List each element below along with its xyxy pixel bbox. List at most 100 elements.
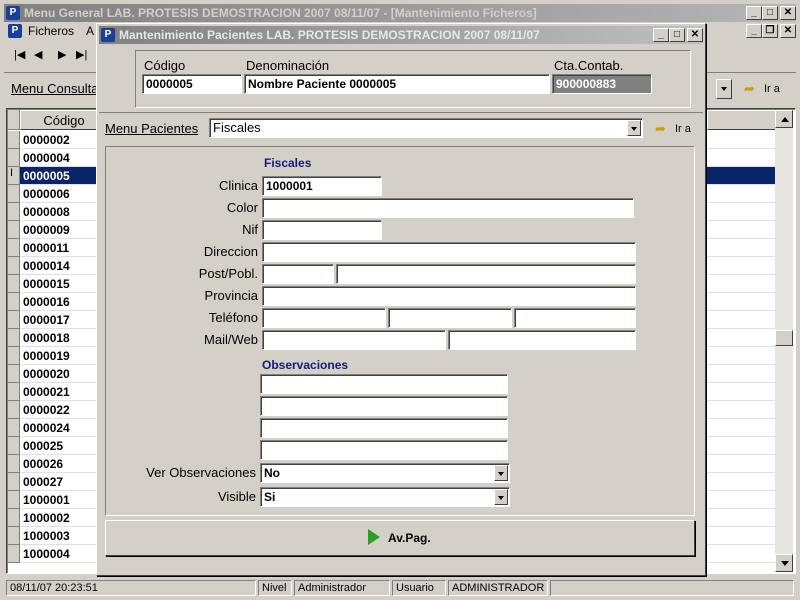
status-nivel-value: Administrador xyxy=(294,580,390,596)
dialog-app-icon[interactable]: P xyxy=(101,28,115,42)
status-datetime: 08/11/07 20:23:51 xyxy=(6,580,256,596)
color-label: Color xyxy=(226,200,258,215)
mail-field[interactable] xyxy=(262,330,446,350)
prev-record-icon[interactable]: ◀ xyxy=(34,48,42,61)
telefono-1-field[interactable] xyxy=(262,308,386,328)
grid-row-header[interactable] xyxy=(8,509,20,527)
grid-row-header[interactable] xyxy=(8,221,20,239)
grid-row-header[interactable] xyxy=(8,365,20,383)
dialog-title: Mantenimiento Pacientes LAB. PROTESIS DE… xyxy=(119,28,540,42)
fiscales-section-title: Fiscales xyxy=(264,156,312,170)
observaciones-section-title: Observaciones xyxy=(262,358,349,372)
visible-combo[interactable]: Si xyxy=(260,487,510,507)
observaciones-line-1[interactable] xyxy=(260,374,508,394)
menu-pacientes-row: Menu Pacientes Fiscales ➦ Ir a xyxy=(99,112,703,142)
grid-row-header[interactable] xyxy=(8,203,20,221)
menu-a[interactable]: A xyxy=(86,24,94,38)
telefono-label: Teléfono xyxy=(208,310,258,325)
menu-consulta-label: Menu Consulta xyxy=(11,81,99,96)
denominacion-field[interactable]: Nombre Paciente 0000005 xyxy=(244,74,550,94)
close-icon[interactable]: ✕ xyxy=(780,6,796,20)
dialog-close-icon[interactable]: ✕ xyxy=(687,28,703,42)
grid-row-header[interactable] xyxy=(8,545,20,563)
menu-pacientes-combo[interactable]: Fiscales xyxy=(209,118,643,138)
web-field[interactable] xyxy=(448,330,636,350)
grid-row-header[interactable] xyxy=(8,185,20,203)
folder-arrow-icon: ➦ xyxy=(744,81,755,96)
av-pag-button[interactable]: Av.Pag. xyxy=(105,520,695,556)
grid-row-header[interactable] xyxy=(8,383,20,401)
scroll-up-icon[interactable] xyxy=(775,110,793,128)
scroll-thumb[interactable] xyxy=(775,330,793,346)
last-record-icon[interactable]: ▶| xyxy=(76,48,87,61)
child-app-icon[interactable]: P xyxy=(8,24,22,38)
first-record-icon[interactable]: |◀ xyxy=(14,48,25,61)
ver-observaciones-dropdown-icon[interactable] xyxy=(494,465,508,481)
grid-row-header[interactable] xyxy=(8,149,20,167)
grid-row-header[interactable] xyxy=(8,311,20,329)
child-restore-icon[interactable]: ❐ xyxy=(762,24,778,38)
ver-observaciones-combo[interactable]: No xyxy=(260,463,510,483)
ver-observaciones-label: Ver Observaciones xyxy=(146,465,256,480)
menu-ficheros[interactable]: Ficheros xyxy=(28,24,74,38)
menu-consulta-combo-arrow[interactable] xyxy=(716,79,732,99)
clinica-field[interactable]: 1000001 xyxy=(262,176,382,196)
grid-row-header[interactable] xyxy=(8,329,20,347)
visible-dropdown-icon[interactable] xyxy=(494,489,508,505)
postal-code-field[interactable] xyxy=(262,264,334,284)
grid-row-header[interactable] xyxy=(8,275,20,293)
codigo-field[interactable]: 0000005 xyxy=(142,74,242,94)
scroll-down-icon[interactable] xyxy=(775,554,793,572)
grid-corner xyxy=(8,110,20,130)
grid-row-header[interactable] xyxy=(8,239,20,257)
clinica-label: Clinica xyxy=(218,178,258,193)
nif-label: Nif xyxy=(242,222,258,237)
grid-row-header[interactable] xyxy=(8,257,20,275)
grid-row-header[interactable] xyxy=(8,473,20,491)
dialog-minimize-icon[interactable]: _ xyxy=(653,28,669,42)
dialog-ir-a-button[interactable]: ➦ Ir a xyxy=(655,121,699,139)
status-empty xyxy=(550,580,794,596)
grid-row-header[interactable] xyxy=(8,437,20,455)
grid-row-header[interactable] xyxy=(8,491,20,509)
child-minimize-icon[interactable]: _ xyxy=(746,24,762,38)
observaciones-line-4[interactable] xyxy=(260,440,508,460)
poblacion-field[interactable] xyxy=(336,264,636,284)
dialog-title-bar: P Mantenimiento Pacientes LAB. PROTESIS … xyxy=(99,26,703,44)
fiscales-panel: Fiscales Clinica 1000001 Color Nif Direc… xyxy=(105,146,695,516)
grid-row-header[interactable] xyxy=(8,401,20,419)
provincia-label: Provincia xyxy=(204,288,258,303)
maximize-icon[interactable]: □ xyxy=(762,6,778,20)
menu-pacientes-dropdown-icon[interactable] xyxy=(627,120,641,136)
grid-row-header[interactable] xyxy=(8,131,20,149)
status-nivel-label: Nivel xyxy=(258,580,292,596)
app-logo-icon[interactable]: P xyxy=(6,6,20,20)
grid-row-header[interactable] xyxy=(8,347,20,365)
observaciones-line-2[interactable] xyxy=(260,396,508,416)
pacientes-dialog: P Mantenimiento Pacientes LAB. PROTESIS … xyxy=(96,23,706,576)
dialog-maximize-icon[interactable]: □ xyxy=(669,28,685,42)
menu-pacientes-label: Menu Pacientes xyxy=(105,121,199,136)
post-pobl-label: Post/Pobl. xyxy=(198,266,258,281)
child-close-icon[interactable]: ✕ xyxy=(780,24,796,38)
grid-row-header[interactable] xyxy=(8,293,20,311)
provincia-field[interactable] xyxy=(262,286,636,306)
grid-row-marker[interactable]: I xyxy=(8,167,20,185)
color-field[interactable] xyxy=(262,198,634,218)
play-arrow-icon xyxy=(368,529,380,545)
main-ir-a-button[interactable]: ➦ Ir a xyxy=(744,81,794,99)
grid-row-header[interactable] xyxy=(8,527,20,545)
observaciones-line-3[interactable] xyxy=(260,418,508,438)
grid-row-header[interactable] xyxy=(8,455,20,473)
nif-field[interactable] xyxy=(262,220,382,240)
minimize-icon[interactable]: _ xyxy=(746,6,762,20)
grid-scrollbar[interactable] xyxy=(775,110,793,572)
dialog-ir-a-label: Ir a xyxy=(675,123,691,135)
grid-row-header[interactable] xyxy=(8,419,20,437)
telefono-3-field[interactable] xyxy=(514,308,636,328)
direccion-field[interactable] xyxy=(262,242,636,262)
main-title-bar: P Menu General LAB. PROTESIS DEMOSTRACIO… xyxy=(4,4,796,22)
grid-header-codigo[interactable]: Código xyxy=(20,110,108,130)
next-record-icon[interactable]: ▶ xyxy=(58,48,66,61)
telefono-2-field[interactable] xyxy=(388,308,512,328)
